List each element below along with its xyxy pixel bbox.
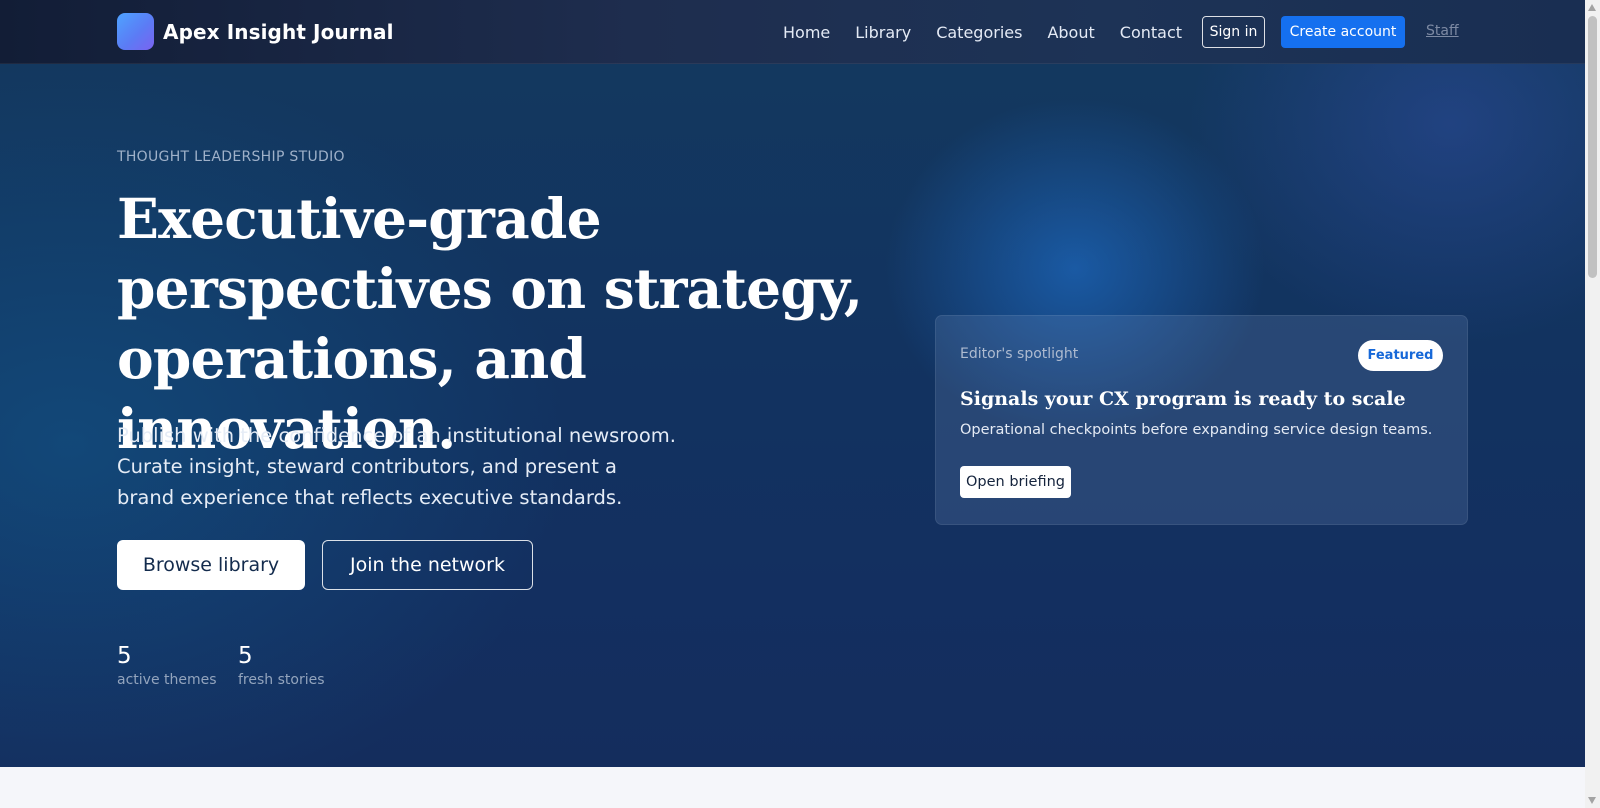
stat-fresh-stories: 5 fresh stories xyxy=(238,642,325,688)
page-scrollbar[interactable] xyxy=(1585,0,1600,808)
featured-badge: Featured xyxy=(1358,340,1443,371)
content-section xyxy=(0,767,1585,808)
hero-eyebrow: THOUGHT LEADERSHIP STUDIO xyxy=(117,149,345,165)
page: Apex Insight Journal Home Library Catego… xyxy=(0,0,1585,808)
stat-active-themes: 5 active themes xyxy=(117,642,217,688)
sign-in-button[interactable]: Sign in xyxy=(1202,16,1265,48)
hero-section: THOUGHT LEADERSHIP STUDIO Executive-grad… xyxy=(0,64,1585,767)
hero-lede: Publish with the confidence of an instit… xyxy=(117,424,676,509)
nav-link-library[interactable]: Library xyxy=(855,23,911,42)
stat-label: fresh stories xyxy=(238,672,325,688)
brand[interactable]: Apex Insight Journal xyxy=(117,13,394,50)
join-network-button[interactable]: Join the network xyxy=(322,540,533,590)
scroll-down-arrow-icon[interactable] xyxy=(1588,797,1596,804)
scroll-up-arrow-icon[interactable] xyxy=(1588,4,1596,11)
stat-value: 5 xyxy=(238,643,253,669)
brand-name: Apex Insight Journal xyxy=(163,19,394,44)
spotlight-title[interactable]: Signals your CX program is ready to scal… xyxy=(960,388,1450,410)
stat-label: active themes xyxy=(117,672,217,688)
staff-link[interactable]: Staff xyxy=(1426,23,1459,39)
app-logo-icon xyxy=(117,13,154,50)
stat-value: 5 xyxy=(117,643,132,669)
open-briefing-button[interactable]: Open briefing xyxy=(960,466,1071,498)
editors-spotlight-card: Editor's spotlight Featured Signals your… xyxy=(935,315,1468,525)
top-navbar: Apex Insight Journal Home Library Catego… xyxy=(0,0,1585,64)
create-account-button[interactable]: Create account xyxy=(1281,16,1405,48)
nav-link-contact[interactable]: Contact xyxy=(1120,23,1182,42)
nav-link-categories[interactable]: Categories xyxy=(936,23,1022,42)
spotlight-label: Editor's spotlight xyxy=(960,346,1079,362)
nav-link-about[interactable]: About xyxy=(1047,23,1094,42)
browse-library-button[interactable]: Browse library xyxy=(117,540,305,590)
spotlight-description: Operational checkpoints before expanding… xyxy=(960,422,1433,438)
nav-links: Home Library Categories About Contact xyxy=(783,17,1207,47)
scrollbar-thumb[interactable] xyxy=(1588,16,1597,278)
nav-link-home[interactable]: Home xyxy=(783,23,830,42)
